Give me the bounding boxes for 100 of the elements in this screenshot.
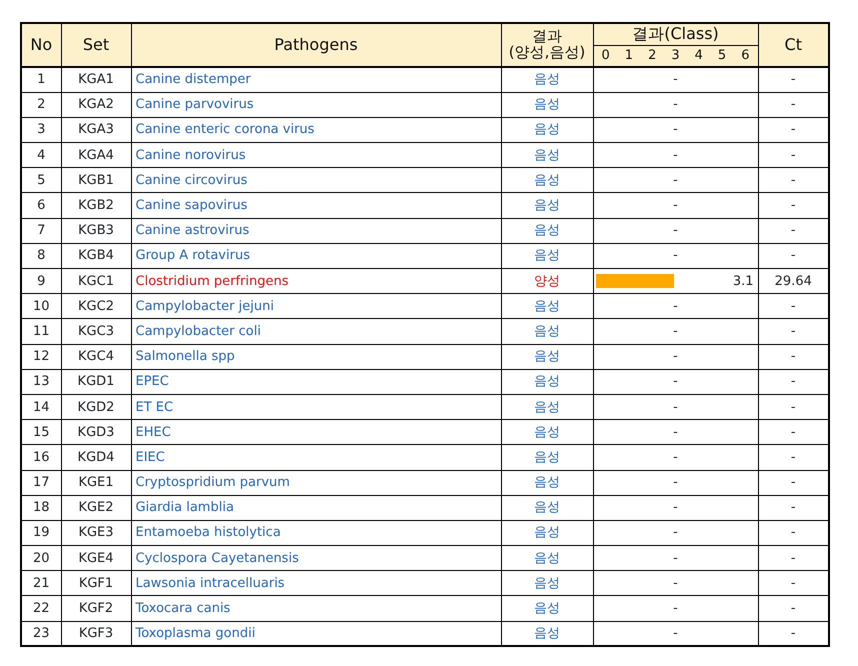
table-cell: 음성 [501,192,593,218]
table-cell: - [673,400,678,415]
table-cell: Canine norovirus [131,142,501,168]
table-cell: KGC2 [61,294,131,319]
table-cell: 16 [21,444,61,470]
table-cell: Cyclospora Cayetanensis [131,546,501,571]
table-cell: 음성 [501,444,593,470]
table-cell: 20 [21,546,61,571]
table-cell: 음성 [501,520,593,546]
table-cell: 음성 [501,318,593,344]
table-cell: KGB2 [61,192,131,218]
table-cell: Lawsonia intracelluaris [131,570,501,596]
table-cell: 2 [21,92,61,118]
table-cell: - [673,122,678,138]
table-cell: - [673,324,678,339]
table-cell: Cryptospridium parvum [131,470,501,496]
table-cell: 음성 [501,67,593,92]
table-cell: Canine sapovirus [131,192,501,218]
table-cell: Salmonella spp [131,344,501,370]
table-cell: KGC4 [61,344,131,370]
column-header: 결과(Class) [632,24,719,44]
table-cell: KGF2 [61,596,131,622]
table-cell: KGB1 [61,168,131,193]
table-cell: 1 [21,67,61,92]
table-cell: 음성 [501,470,593,496]
table-cell: - [673,72,678,88]
scale-label: 3 [671,49,680,62]
table-cell: 3.1 [732,274,754,289]
table-cell: KGD3 [61,420,131,445]
table-cell: - [673,525,678,540]
table-cell: 17 [21,470,61,496]
table-cell: 9 [21,268,61,294]
table-cell: 15 [21,420,61,445]
table-cell: 11 [21,318,61,344]
scale-label: 0 [602,49,610,62]
column-header: Ct [758,23,829,67]
table-cell: - [673,172,678,188]
table-cell: - [758,67,829,92]
table-cell: - [673,148,678,163]
table-cell: KGE2 [61,495,131,520]
table-cell: Canine circovirus [131,168,501,193]
table-cell: Canine astrovirus [131,218,501,244]
table-cell: 음성 [501,369,593,394]
table-cell: - [673,500,678,516]
table-cell: Canine distemper [131,67,501,92]
table-cell: - [673,349,678,364]
table-cell: 22 [21,596,61,622]
table-cell: KGC3 [61,318,131,344]
table-cell: - [673,424,678,440]
table-cell: KGA4 [61,142,131,168]
table-cell: KGD1 [61,369,131,394]
table-cell: 음성 [501,546,593,571]
table-cell: 음성 [501,142,593,168]
table-cell: 4 [21,142,61,168]
table-cell: 6 [21,192,61,218]
table-cell: 음성 [501,218,593,244]
table-cell: KGD2 [61,394,131,420]
column-header: Set [61,23,131,67]
table-cell: 18 [21,495,61,520]
table-cell: Entamoeba histolytica [131,520,501,546]
table-cell: KGF1 [61,570,131,596]
table-cell: Group A rotavirus [131,243,501,268]
table-cell: EPEC [131,369,501,394]
table-cell: - [673,374,678,390]
table-cell: KGB3 [61,218,131,244]
table-cell: 음성 [501,394,593,420]
table-cell: 음성 [501,243,593,268]
table-cell: - [673,576,678,591]
table-cell: - [673,550,678,566]
table-cell: KGE3 [61,520,131,546]
table-cell: EIEC [131,444,501,470]
table-cell: KGD4 [61,444,131,470]
table-cell: Canine parvovirus [131,92,501,118]
table-cell: Clostridium perfringens [131,268,501,294]
table-cell: Campylobacter jejuni [131,294,501,319]
table-cell: 음성 [501,420,593,445]
scale-label: 2 [648,49,656,62]
table-cell: Toxocara canis [131,596,501,622]
table-cell: Campylobacter coli [131,318,501,344]
table-cell: Canine enteric corona virus [131,117,501,143]
table-cell: - [673,97,678,112]
table-cell: 14 [21,394,61,420]
table-cell: 음성 [501,117,593,143]
table-cell: KGE4 [61,546,131,571]
table-cell: KGE1 [61,470,131,496]
table-cell: - [673,450,678,465]
table-cell: - [673,298,678,314]
table-cell: EHEC [131,420,501,445]
table-cell: 양성 [501,268,593,294]
table-cell: - [673,626,678,641]
table-cell: 음성 [501,168,593,193]
table-cell: Giardia lamblia [131,495,501,520]
table-cell: 12 [21,344,61,370]
table-cell: KGA1 [61,67,131,92]
table-cell: KGC1 [61,268,131,294]
scale-label: 5 [718,49,726,62]
table-cell: KGA3 [61,117,131,143]
column-header: 결과 (양성,음성) [501,23,593,67]
table-cell: 19 [21,520,61,546]
table-cell: - [673,601,678,616]
